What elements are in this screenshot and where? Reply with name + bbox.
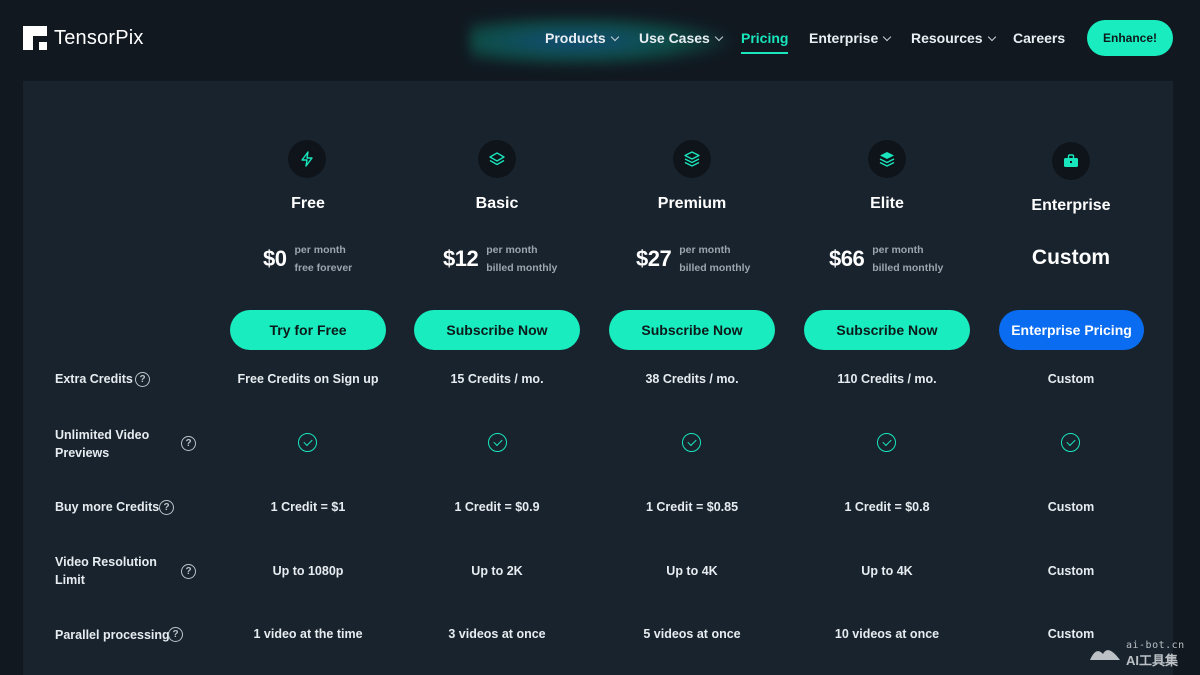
feature-label-unlimited-video-previews: Unlimited Video Previews: [55, 428, 150, 460]
nav-item-pricing[interactable]: Pricing: [741, 30, 789, 54]
feature-cell: 110 Credits / mo.: [837, 372, 937, 386]
plan-name-elite: Elite: [870, 195, 904, 212]
enhance-button[interactable]: Enhance!: [1087, 20, 1173, 56]
price-elite: $66 per month billed monthly: [829, 241, 943, 277]
feature-cell: 1 Credit = $1: [270, 500, 346, 514]
check-icon: [682, 433, 701, 452]
nav-item-label: Careers: [1013, 30, 1066, 46]
feature-cell: Custom: [1047, 500, 1095, 514]
feature-cell: 1 Credit = $0.8: [844, 500, 930, 514]
price-basic: $12 per month billed monthly: [443, 241, 557, 277]
layers-stack-icon: [673, 140, 711, 178]
price-enterprise: Custom: [1031, 246, 1111, 269]
logo-mark-icon: [23, 26, 47, 50]
chevron-down-icon: [610, 32, 619, 41]
help-icon[interactable]: ?: [159, 500, 174, 515]
watermark-logo-icon: [1090, 650, 1120, 660]
feature-cell: Up to 4K: [861, 564, 913, 578]
nav-item-use-cases[interactable]: Use Cases: [639, 30, 724, 46]
price-amount: $66: [829, 246, 865, 271]
feature-cell: 3 videos at once: [448, 627, 546, 641]
price-billing: billed monthly: [679, 262, 751, 274]
subscribe-premium-button[interactable]: Subscribe Now: [609, 310, 775, 350]
feature-label-video-resolution-limit: Video Resolution Limit: [55, 555, 157, 587]
price-period: per month: [294, 244, 346, 256]
price-billing: billed monthly: [486, 262, 558, 274]
subscribe-elite-button[interactable]: Subscribe Now: [804, 310, 970, 350]
plan-name-free: Free: [291, 195, 325, 212]
chevron-down-icon: [883, 32, 892, 41]
brand-name: TensorPix: [54, 26, 144, 49]
chevron-down-icon: [987, 32, 996, 41]
feature-cell: Custom: [1047, 627, 1095, 641]
help-icon[interactable]: ?: [135, 372, 150, 387]
plan-name-premium: Premium: [657, 195, 727, 212]
price-amount: $27: [636, 246, 672, 271]
nav-item-careers[interactable]: Careers: [1013, 30, 1065, 46]
nav-item-resources[interactable]: Resources: [911, 30, 996, 46]
nav-item-products[interactable]: Products: [545, 30, 619, 46]
watermark-brand: AI工具集: [1126, 653, 1179, 668]
bolt-icon: [288, 140, 326, 178]
check-icon: [298, 433, 317, 452]
nav-item-label: Enterprise: [809, 30, 879, 46]
price-period: per month: [679, 244, 731, 256]
check-icon: [1061, 433, 1080, 452]
feature-cell: Custom: [1047, 564, 1095, 578]
feature-label-buy-more-credits: Buy more Credits: [55, 500, 160, 514]
feature-cell: Up to 1080p: [272, 564, 344, 578]
price-free: $0 per month free forever: [263, 241, 352, 277]
feature-cell: 5 videos at once: [643, 627, 741, 641]
top-navigation-bar: TensorPix Products Use Cases Pricing Ent…: [0, 0, 1200, 78]
feature-cell: Up to 2K: [471, 564, 523, 578]
price-billing: free forever: [294, 262, 353, 274]
feature-label-extra-credits: Extra Credits: [55, 372, 133, 386]
feature-cell: 1 Credit = $0.9: [454, 500, 540, 514]
nav-item-enterprise[interactable]: Enterprise: [809, 30, 892, 46]
nav-item-label: Use Cases: [639, 30, 710, 46]
layers-outline-icon: [478, 140, 516, 178]
feature-label-parallel-processing: Parallel processing: [55, 628, 170, 642]
plan-name-basic: Basic: [475, 195, 519, 212]
plan-name-enterprise: Enterprise: [1031, 197, 1111, 214]
feature-cell: 1 video at the time: [253, 627, 363, 641]
price-amount: $0: [263, 246, 287, 271]
subscribe-basic-button[interactable]: Subscribe Now: [414, 310, 580, 350]
feature-cell: 38 Credits / mo.: [645, 372, 739, 386]
brand-logo[interactable]: TensorPix: [23, 26, 144, 50]
price-period: per month: [486, 244, 538, 256]
price-billing: billed monthly: [872, 262, 944, 274]
chevron-down-icon: [714, 32, 724, 41]
help-icon[interactable]: ?: [181, 564, 196, 579]
check-icon: [488, 433, 507, 452]
layers-filled-icon: [868, 140, 906, 178]
feature-cell: Custom: [1047, 372, 1095, 386]
enterprise-pricing-button[interactable]: Enterprise Pricing: [999, 310, 1144, 350]
help-icon[interactable]: ?: [168, 627, 183, 642]
check-icon: [877, 433, 896, 452]
feature-cell: Free Credits on Sign up: [237, 372, 379, 386]
price-amount: $12: [443, 246, 479, 271]
price-premium: $27 per month billed monthly: [636, 241, 750, 277]
feature-cell: 1 Credit = $0.85: [645, 500, 739, 514]
nav-item-label: Pricing: [741, 30, 789, 46]
try-for-free-button[interactable]: Try for Free: [230, 310, 386, 350]
help-icon[interactable]: ?: [181, 436, 196, 451]
feature-cell: 15 Credits / mo.: [450, 372, 544, 386]
price-period: per month: [872, 244, 924, 256]
watermark: ai-bot.cn AI工具集: [1088, 640, 1198, 670]
nav-item-label: Resources: [911, 30, 983, 46]
briefcase-icon: [1052, 142, 1090, 180]
feature-cell: 10 videos at once: [834, 627, 940, 641]
nav-item-label: Products: [545, 30, 606, 46]
feature-cell: Up to 4K: [666, 564, 718, 578]
pricing-table: Free $0 per month free forever Try for Fr…: [23, 81, 1173, 675]
